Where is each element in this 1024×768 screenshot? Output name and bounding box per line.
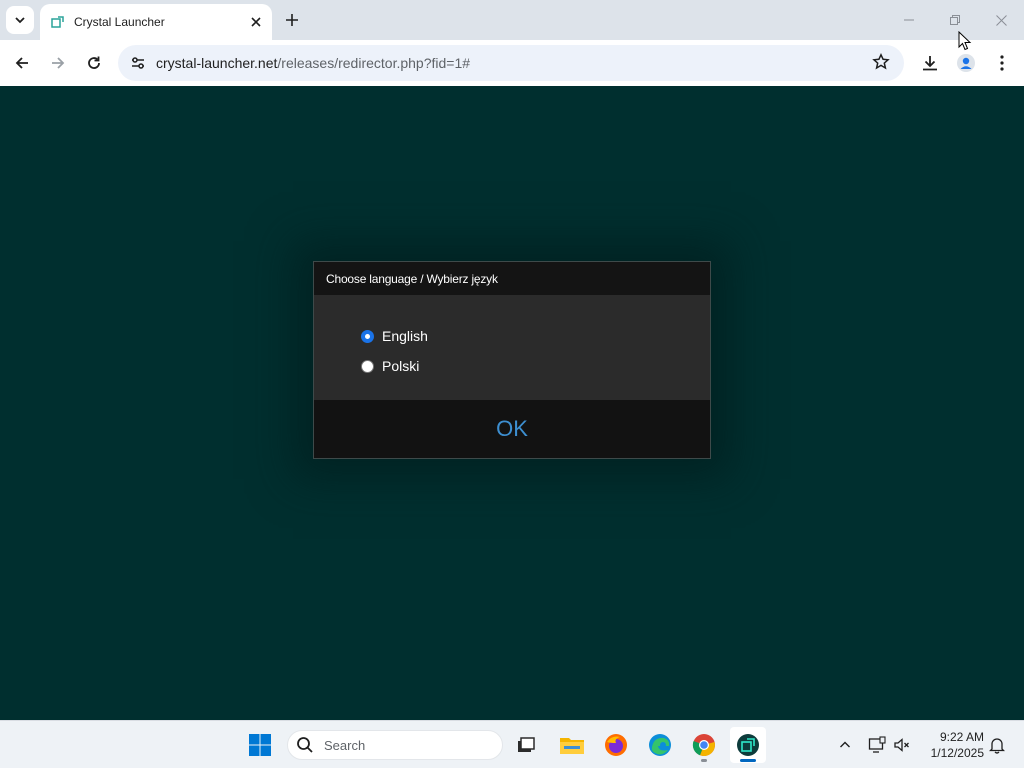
- clock-time: 9:22 AM: [939, 730, 984, 744]
- radio-option-english[interactable]: English: [361, 321, 710, 351]
- file-explorer-button[interactable]: [554, 727, 590, 763]
- dialog-footer: OK: [314, 400, 710, 458]
- url-host: crystal-launcher.net: [156, 55, 278, 71]
- window-controls: [886, 0, 1024, 40]
- close-tab-button[interactable]: [246, 12, 266, 32]
- tab-crystal-launcher[interactable]: Crystal Launcher: [40, 4, 272, 40]
- close-icon: [251, 17, 261, 27]
- chevron-up-icon: [840, 741, 850, 748]
- close-icon: [995, 14, 1007, 26]
- radio-label-polski[interactable]: Polski: [382, 358, 419, 374]
- network-icon: [868, 736, 886, 753]
- tab-title: Crystal Launcher: [74, 15, 165, 29]
- taskbar: Search 9:22 AM 1/12/2025: [0, 720, 1024, 768]
- taskbar-clock[interactable]: 9:22 AM 1/12/2025: [920, 729, 984, 761]
- bell-icon: [989, 738, 1005, 754]
- tab-search-button[interactable]: [6, 6, 34, 34]
- forward-button[interactable]: [44, 49, 72, 77]
- crystal-launcher-icon: [51, 16, 64, 28]
- windows-logo-icon: [249, 734, 271, 756]
- minimize-button[interactable]: [886, 0, 932, 40]
- radio-label-english[interactable]: English: [382, 328, 428, 344]
- search-icon: [297, 737, 313, 753]
- show-hidden-icons-button[interactable]: [833, 733, 857, 757]
- tune-icon: [132, 57, 144, 69]
- downloads-button[interactable]: [916, 49, 944, 77]
- new-tab-button[interactable]: [280, 8, 304, 32]
- url-path: /releases/redirector.php?fid=1#: [277, 55, 471, 71]
- profile-button[interactable]: [952, 49, 980, 77]
- reload-button[interactable]: [80, 49, 108, 77]
- page-content: Choose language / Wybierz język English …: [0, 86, 1024, 720]
- profile-icon: [957, 54, 975, 72]
- address-bar[interactable]: crystal-launcher.net/releases/redirector…: [118, 45, 904, 81]
- chrome-button[interactable]: [686, 727, 722, 763]
- crystal-launcher-icon: [737, 734, 759, 756]
- minimize-icon: [904, 19, 914, 21]
- firefox-icon: [605, 734, 627, 756]
- taskbar-search[interactable]: Search: [287, 730, 503, 760]
- radio-english[interactable]: [361, 329, 374, 343]
- restore-icon: [950, 15, 960, 25]
- back-button[interactable]: [8, 49, 36, 77]
- network-button[interactable]: [865, 733, 889, 757]
- language-dialog: Choose language / Wybierz język English …: [313, 261, 711, 459]
- task-view-icon: [518, 737, 535, 752]
- active-indicator: [740, 759, 756, 762]
- arrow-left-icon: [15, 57, 28, 69]
- plus-icon: [286, 14, 298, 26]
- notifications-button[interactable]: [985, 733, 1009, 757]
- firefox-button[interactable]: [598, 727, 634, 763]
- folder-icon: [560, 738, 584, 754]
- arrow-right-icon: [52, 57, 65, 69]
- url-text: crystal-launcher.net/releases/redirector…: [156, 55, 470, 71]
- bookmark-button[interactable]: [872, 53, 892, 73]
- start-button[interactable]: [242, 727, 278, 763]
- mouse-cursor-icon: [958, 31, 972, 51]
- dialog-title: Choose language / Wybierz język: [314, 262, 710, 295]
- search-placeholder: Search: [324, 737, 366, 753]
- task-view-button[interactable]: [508, 727, 544, 763]
- edge-button[interactable]: [642, 727, 678, 763]
- download-icon: [923, 56, 937, 71]
- volume-button[interactable]: [890, 733, 914, 757]
- crystal-launcher-taskbar-button[interactable]: [730, 727, 766, 763]
- dialog-body: English Polski: [314, 295, 710, 400]
- clock-date: 1/12/2025: [930, 746, 984, 760]
- close-window-button[interactable]: [978, 0, 1024, 40]
- reload-icon: [88, 56, 100, 69]
- volume-muted-icon: [894, 738, 909, 752]
- radio-polski[interactable]: [361, 359, 374, 373]
- browser-menu-button[interactable]: [988, 49, 1016, 77]
- chevron-down-icon: [15, 17, 25, 24]
- ok-button[interactable]: OK: [496, 416, 528, 442]
- radio-option-polski[interactable]: Polski: [361, 351, 710, 381]
- edge-icon: [649, 734, 671, 756]
- chrome-icon: [692, 734, 715, 757]
- star-icon: [872, 53, 890, 70]
- browser-toolbar: crystal-launcher.net/releases/redirector…: [0, 40, 1024, 86]
- browser-tab-bar: Crystal Launcher: [0, 0, 1024, 40]
- more-vertical-icon: [1000, 55, 1004, 71]
- site-info-button[interactable]: [120, 45, 156, 81]
- running-indicator: [701, 759, 707, 762]
